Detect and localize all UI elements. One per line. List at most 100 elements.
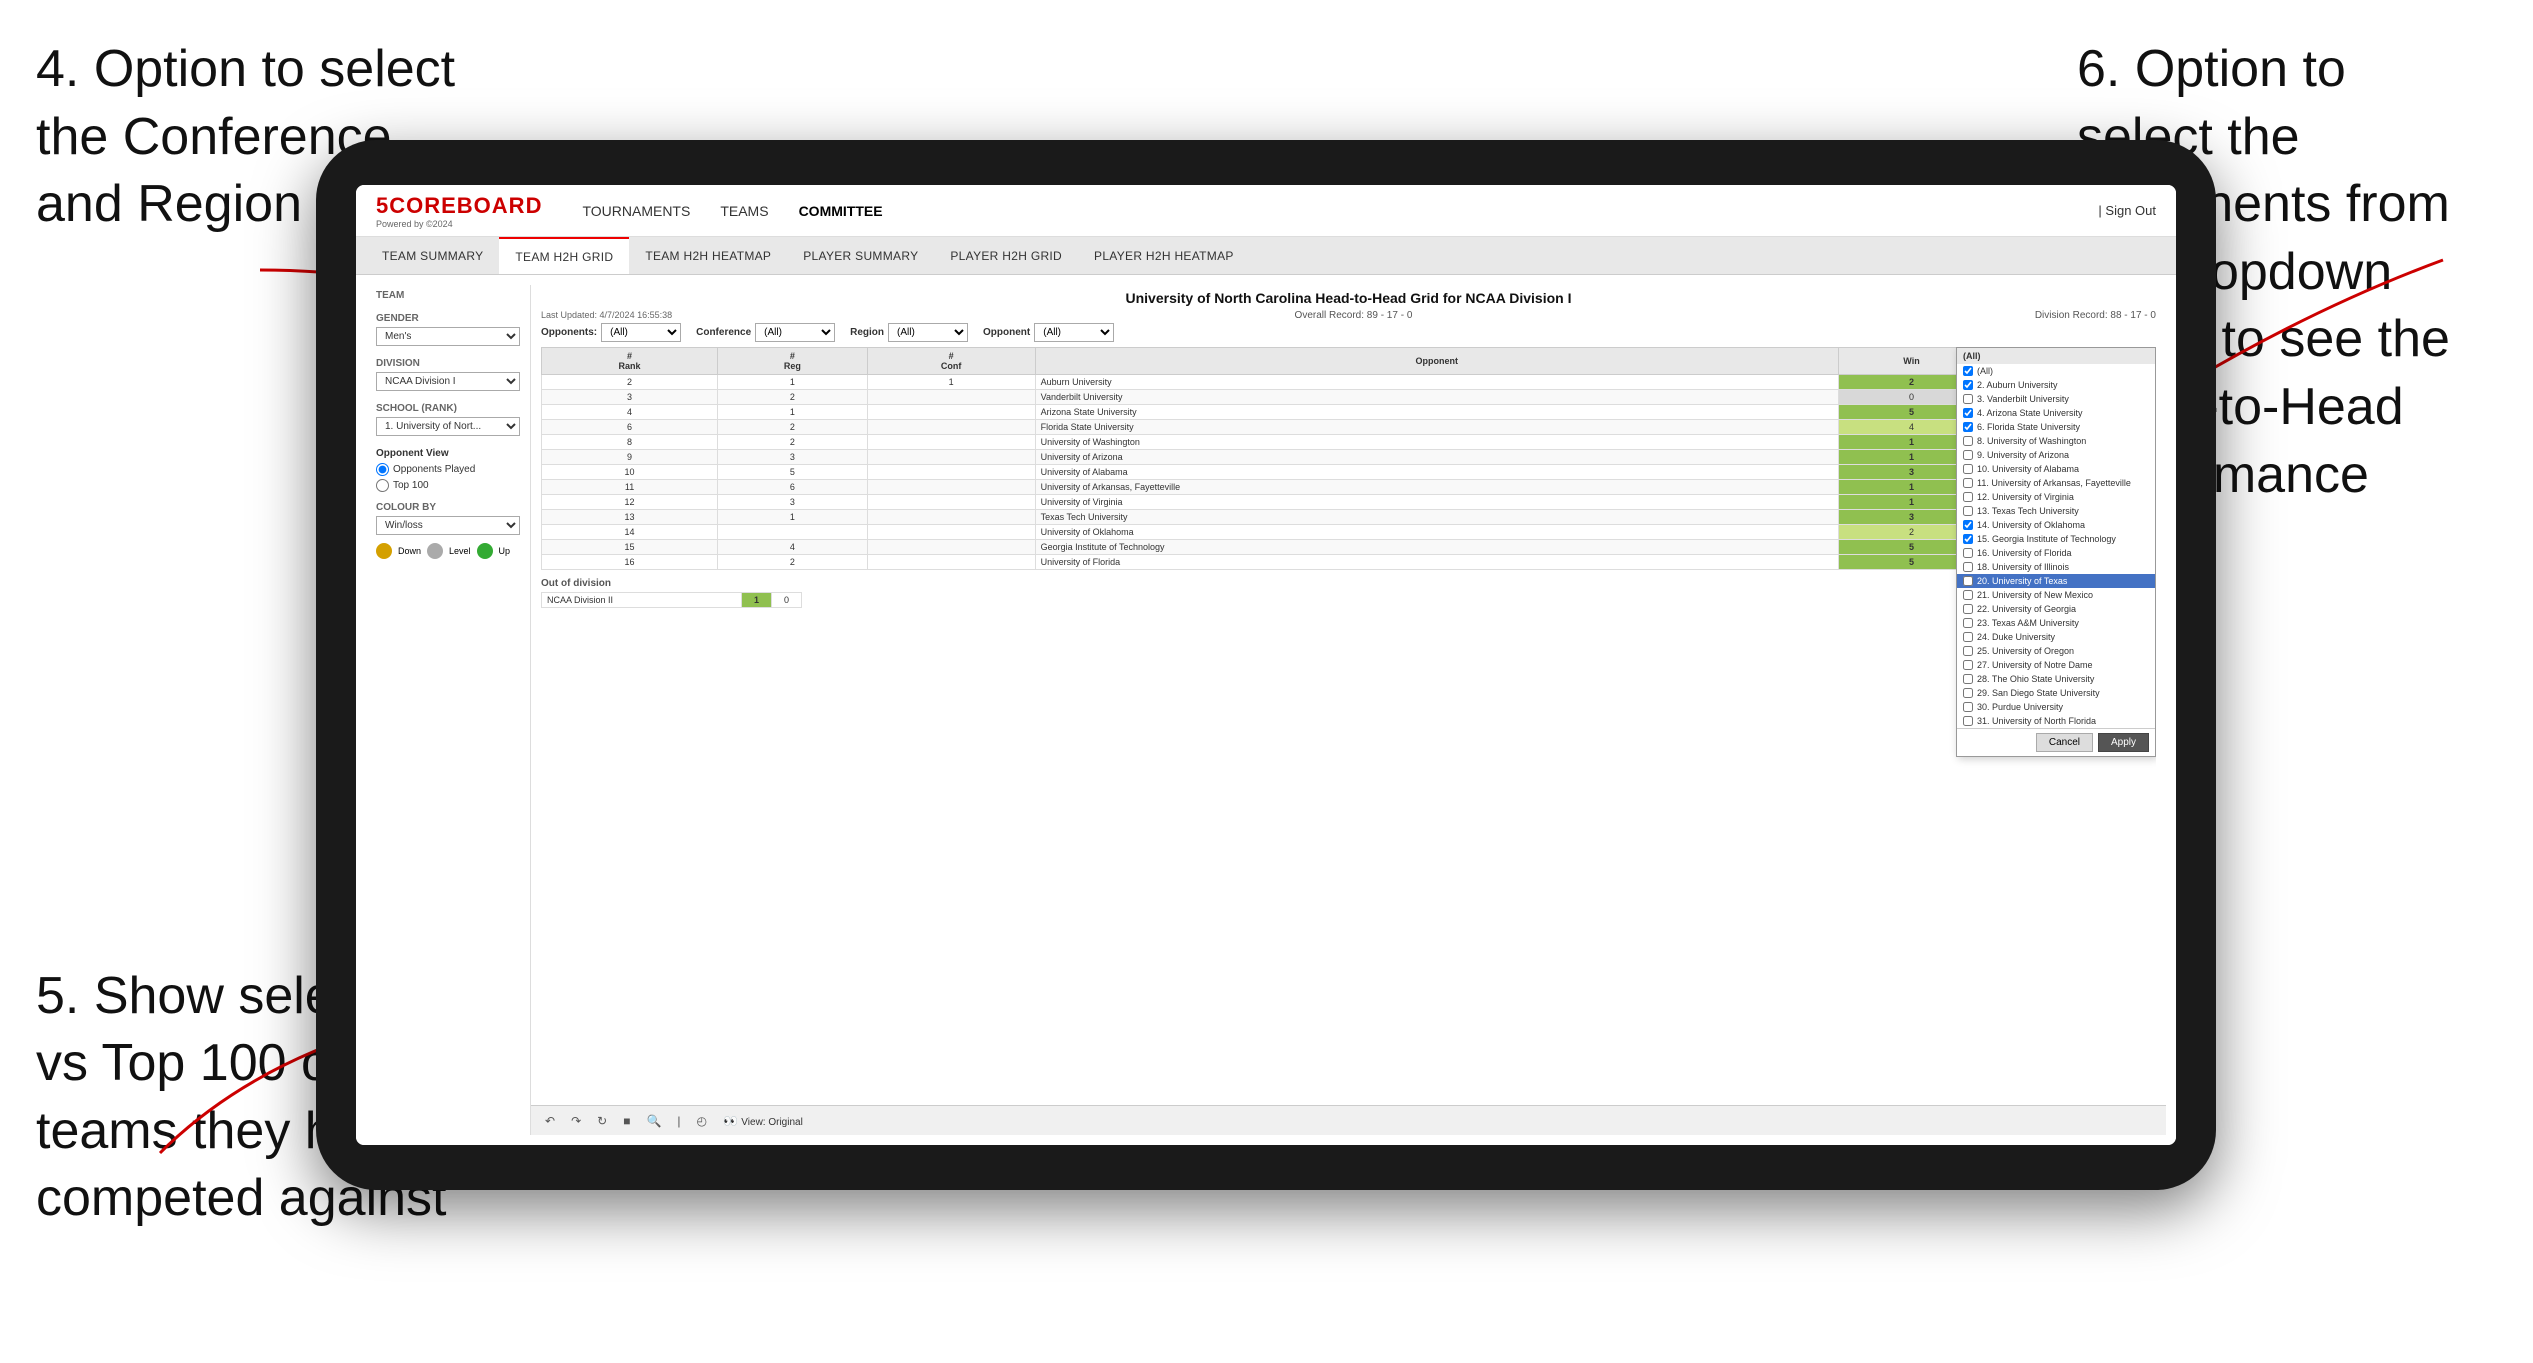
dropdown-checkbox[interactable] bbox=[1963, 366, 1973, 376]
table-row[interactable]: 13 1 Texas Tech University 3 0 bbox=[542, 510, 2156, 525]
dropdown-checkbox[interactable] bbox=[1963, 702, 1973, 712]
dropdown-checkbox[interactable] bbox=[1963, 674, 1973, 684]
filter-opponents-select[interactable]: (All) bbox=[601, 323, 681, 342]
dropdown-item[interactable]: 20. University of Texas bbox=[1957, 574, 2155, 588]
dropdown-item[interactable]: 11. University of Arkansas, Fayetteville bbox=[1957, 476, 2155, 490]
opponent-dropdown[interactable]: (All) (All) 2. Auburn University 3. Vand… bbox=[1956, 347, 2156, 757]
dropdown-item[interactable]: 8. University of Washington bbox=[1957, 434, 2155, 448]
table-row[interactable]: 12 3 University of Virginia 1 0 bbox=[542, 495, 2156, 510]
table-row[interactable]: 8 2 University of Washington 1 0 bbox=[542, 435, 2156, 450]
dropdown-checkbox[interactable] bbox=[1963, 450, 1973, 460]
cancel-button[interactable]: Cancel bbox=[2036, 733, 2093, 752]
table-row[interactable]: 2 1 1 Auburn University 2 1 bbox=[542, 375, 2156, 390]
sidebar-radio-opponents-played[interactable]: Opponents Played bbox=[376, 463, 520, 476]
dropdown-checkbox[interactable] bbox=[1963, 646, 1973, 656]
dropdown-item[interactable]: 27. University of Notre Dame bbox=[1957, 658, 2155, 672]
dropdown-item[interactable]: 24. Duke University bbox=[1957, 630, 2155, 644]
dropdown-item[interactable]: 23. Texas A&M University bbox=[1957, 616, 2155, 630]
zoom-in-button[interactable]: 🔍 bbox=[642, 1112, 665, 1130]
dropdown-checkbox[interactable] bbox=[1963, 618, 1973, 628]
dropdown-checkbox[interactable] bbox=[1963, 660, 1973, 670]
subnav-team-h2h-heatmap[interactable]: TEAM H2H HEATMAP bbox=[629, 237, 787, 274]
table-row[interactable]: 10 5 University of Alabama 3 0 bbox=[542, 465, 2156, 480]
dropdown-checkbox[interactable] bbox=[1963, 380, 1973, 390]
dropdown-item[interactable]: 25. University of Oregon bbox=[1957, 644, 2155, 658]
dropdown-item[interactable]: 31. University of North Florida bbox=[1957, 714, 2155, 728]
radio-top100-input[interactable] bbox=[376, 479, 389, 492]
redo-button[interactable]: ↷ bbox=[567, 1112, 585, 1130]
dropdown-item[interactable]: 12. University of Virginia bbox=[1957, 490, 2155, 504]
dropdown-item[interactable]: 18. University of Illinois bbox=[1957, 560, 2155, 574]
undo-button[interactable]: ↶ bbox=[541, 1112, 559, 1130]
sidebar-colour-select[interactable]: Win/loss bbox=[376, 516, 520, 535]
table-row[interactable]: 14 University of Oklahoma 2 2 bbox=[542, 525, 2156, 540]
subnav-player-h2h-grid[interactable]: PLAYER H2H GRID bbox=[934, 237, 1078, 274]
dropdown-item[interactable]: 22. University of Georgia bbox=[1957, 602, 2155, 616]
dropdown-item[interactable]: 9. University of Arizona bbox=[1957, 448, 2155, 462]
table-row[interactable]: 11 6 University of Arkansas, Fayettevill… bbox=[542, 480, 2156, 495]
dropdown-item[interactable]: 4. Arizona State University bbox=[1957, 406, 2155, 420]
nav-committee[interactable]: COMMITTEE bbox=[799, 203, 883, 219]
table-row[interactable]: 16 2 University of Florida 5 1 bbox=[542, 555, 2156, 570]
dropdown-checkbox[interactable] bbox=[1963, 632, 1973, 642]
dropdown-checkbox[interactable] bbox=[1963, 492, 1973, 502]
dropdown-checkbox[interactable] bbox=[1963, 422, 1973, 432]
home-button[interactable]: ■ bbox=[619, 1112, 634, 1130]
dropdown-item[interactable]: (All) bbox=[1957, 364, 2155, 378]
dropdown-item[interactable]: 14. University of Oklahoma bbox=[1957, 518, 2155, 532]
table-row[interactable]: 9 3 University of Arizona 1 0 bbox=[542, 450, 2156, 465]
dropdown-checkbox[interactable] bbox=[1963, 464, 1973, 474]
dropdown-checkbox[interactable] bbox=[1963, 408, 1973, 418]
dropdown-checkbox[interactable] bbox=[1963, 394, 1973, 404]
dropdown-item[interactable]: 21. University of New Mexico bbox=[1957, 588, 2155, 602]
dropdown-checkbox[interactable] bbox=[1963, 548, 1973, 558]
dropdown-item[interactable]: 28. The Ohio State University bbox=[1957, 672, 2155, 686]
dropdown-checkbox[interactable] bbox=[1963, 506, 1973, 516]
dropdown-checkbox[interactable] bbox=[1963, 590, 1973, 600]
subnav-team-summary[interactable]: TEAM SUMMARY bbox=[366, 237, 499, 274]
dropdown-checkbox[interactable] bbox=[1963, 604, 1973, 614]
table-row[interactable]: 15 4 Georgia Institute of Technology 5 1 bbox=[542, 540, 2156, 555]
apply-button[interactable]: Apply bbox=[2098, 733, 2149, 752]
table-row[interactable]: 6 2 Florida State University 4 2 bbox=[542, 420, 2156, 435]
sidebar-school-select[interactable]: 1. University of Nort... bbox=[376, 417, 520, 436]
filter-region-select[interactable]: (All) bbox=[888, 323, 968, 342]
dropdown-item[interactable]: 16. University of Florida bbox=[1957, 546, 2155, 560]
dropdown-checkbox[interactable] bbox=[1963, 478, 1973, 488]
dropdown-checkbox[interactable] bbox=[1963, 688, 1973, 698]
dropdown-item[interactable]: 3. Vanderbilt University bbox=[1957, 392, 2155, 406]
dropdown-item[interactable]: 30. Purdue University bbox=[1957, 700, 2155, 714]
filter-conference-select[interactable]: (All) bbox=[755, 323, 835, 342]
view-original-btn[interactable]: 👀 View: Original bbox=[719, 1112, 807, 1130]
dropdown-item[interactable]: 29. San Diego State University bbox=[1957, 686, 2155, 700]
nav-signout[interactable]: | Sign Out bbox=[2098, 203, 2156, 218]
sidebar-radio-top100[interactable]: Top 100 bbox=[376, 479, 520, 492]
radio-opponents-played-input[interactable] bbox=[376, 463, 389, 476]
dropdown-checkbox[interactable] bbox=[1963, 436, 1973, 446]
filter-opponent-select[interactable]: (All) bbox=[1034, 323, 1114, 342]
subnav-player-h2h-heatmap[interactable]: PLAYER H2H HEATMAP bbox=[1078, 237, 1250, 274]
dropdown-item[interactable]: 2. Auburn University bbox=[1957, 378, 2155, 392]
sidebar-gender-field: Gender Men's bbox=[376, 313, 520, 346]
dropdown-checkbox[interactable] bbox=[1963, 562, 1973, 572]
dropdown-checkbox[interactable] bbox=[1963, 520, 1973, 530]
dropdown-item[interactable]: 10. University of Alabama bbox=[1957, 462, 2155, 476]
navbar: 5COREBOARD Powered by ©2024 TOURNAMENTS … bbox=[356, 185, 2176, 237]
dropdown-item[interactable]: 6. Florida State University bbox=[1957, 420, 2155, 434]
dropdown-checkbox[interactable] bbox=[1963, 716, 1973, 726]
sidebar-gender-select[interactable]: Men's bbox=[376, 327, 520, 346]
sidebar-radio-group: Opponents Played Top 100 bbox=[376, 463, 520, 492]
dropdown-item[interactable]: 15. Georgia Institute of Technology bbox=[1957, 532, 2155, 546]
sidebar-division-select[interactable]: NCAA Division I bbox=[376, 372, 520, 391]
refresh-button[interactable]: ↻ bbox=[593, 1112, 611, 1130]
subnav-player-summary[interactable]: PLAYER SUMMARY bbox=[787, 237, 934, 274]
nav-teams[interactable]: TEAMS bbox=[720, 203, 768, 219]
filter-conference-group: Conference (All) bbox=[696, 323, 835, 342]
dropdown-checkbox[interactable] bbox=[1963, 576, 1973, 586]
nav-tournaments[interactable]: TOURNAMENTS bbox=[582, 203, 690, 219]
table-row[interactable]: 3 2 Vanderbilt University 0 4 bbox=[542, 390, 2156, 405]
dropdown-item[interactable]: 13. Texas Tech University bbox=[1957, 504, 2155, 518]
table-row[interactable]: 4 1 Arizona State University 5 1 bbox=[542, 405, 2156, 420]
subnav-team-h2h-grid[interactable]: TEAM H2H GRID bbox=[499, 237, 629, 274]
dropdown-checkbox[interactable] bbox=[1963, 534, 1973, 544]
